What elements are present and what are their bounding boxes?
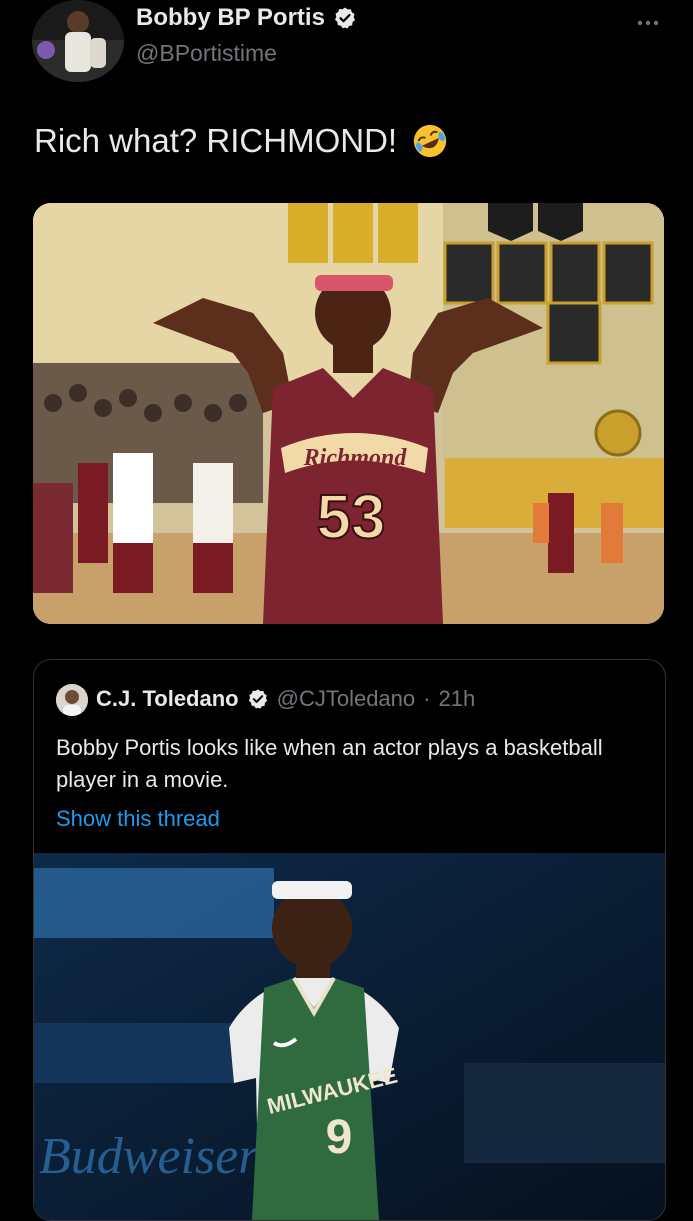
author-name-row[interactable]: Bobby BP Portis: [136, 4, 357, 32]
jersey-2-number: 9: [326, 1111, 353, 1164]
verified-badge-icon: [248, 689, 267, 709]
quoted-tweet-photo[interactable]: Budweiser MILWAUKEE 9: [34, 853, 665, 1220]
bucks-player-image: Budweiser MILWAUKEE 9: [34, 853, 665, 1220]
jersey-1-text: Richmond: [303, 445, 408, 471]
quoted-tweet-time[interactable]: 21h: [438, 686, 475, 712]
quoted-author-handle[interactable]: @CJToledano: [277, 686, 416, 712]
time-separator: ·: [423, 686, 431, 711]
gym-scene-image: Richmond 53: [33, 203, 664, 624]
quoted-author-avatar[interactable]: [56, 684, 88, 716]
jersey-1-number: 53: [317, 483, 386, 552]
quoted-author-name[interactable]: C.J. Toledano: [96, 686, 239, 712]
tweet-photo[interactable]: Richmond 53: [33, 203, 664, 624]
show-thread-link[interactable]: Show this thread: [56, 806, 220, 832]
avatar-image: [32, 0, 124, 82]
verified-badge-icon: [334, 7, 355, 29]
tweet-text: Rich what? RICHMOND!: [34, 122, 449, 160]
quoted-tweet-text: Bobby Portis looks like when an actor pl…: [56, 735, 603, 792]
quoted-author-row: C.J. Toledano @CJToledano · 21h: [96, 686, 475, 712]
more-horizontal-icon[interactable]: [636, 8, 660, 34]
author-handle[interactable]: @BPortistime: [136, 40, 277, 67]
author-avatar[interactable]: [32, 0, 124, 82]
arena-sign-text: Budweiser: [39, 1128, 259, 1185]
quoted-avatar-image: [56, 684, 88, 716]
laughing-emoji-icon: [413, 124, 447, 158]
author-name[interactable]: Bobby BP Portis: [136, 4, 325, 32]
quoted-tweet-card[interactable]: C.J. Toledano @CJToledano · 21h Bobby Po…: [33, 659, 666, 1221]
tweet-text-content: Rich what? RICHMOND!: [34, 122, 398, 159]
